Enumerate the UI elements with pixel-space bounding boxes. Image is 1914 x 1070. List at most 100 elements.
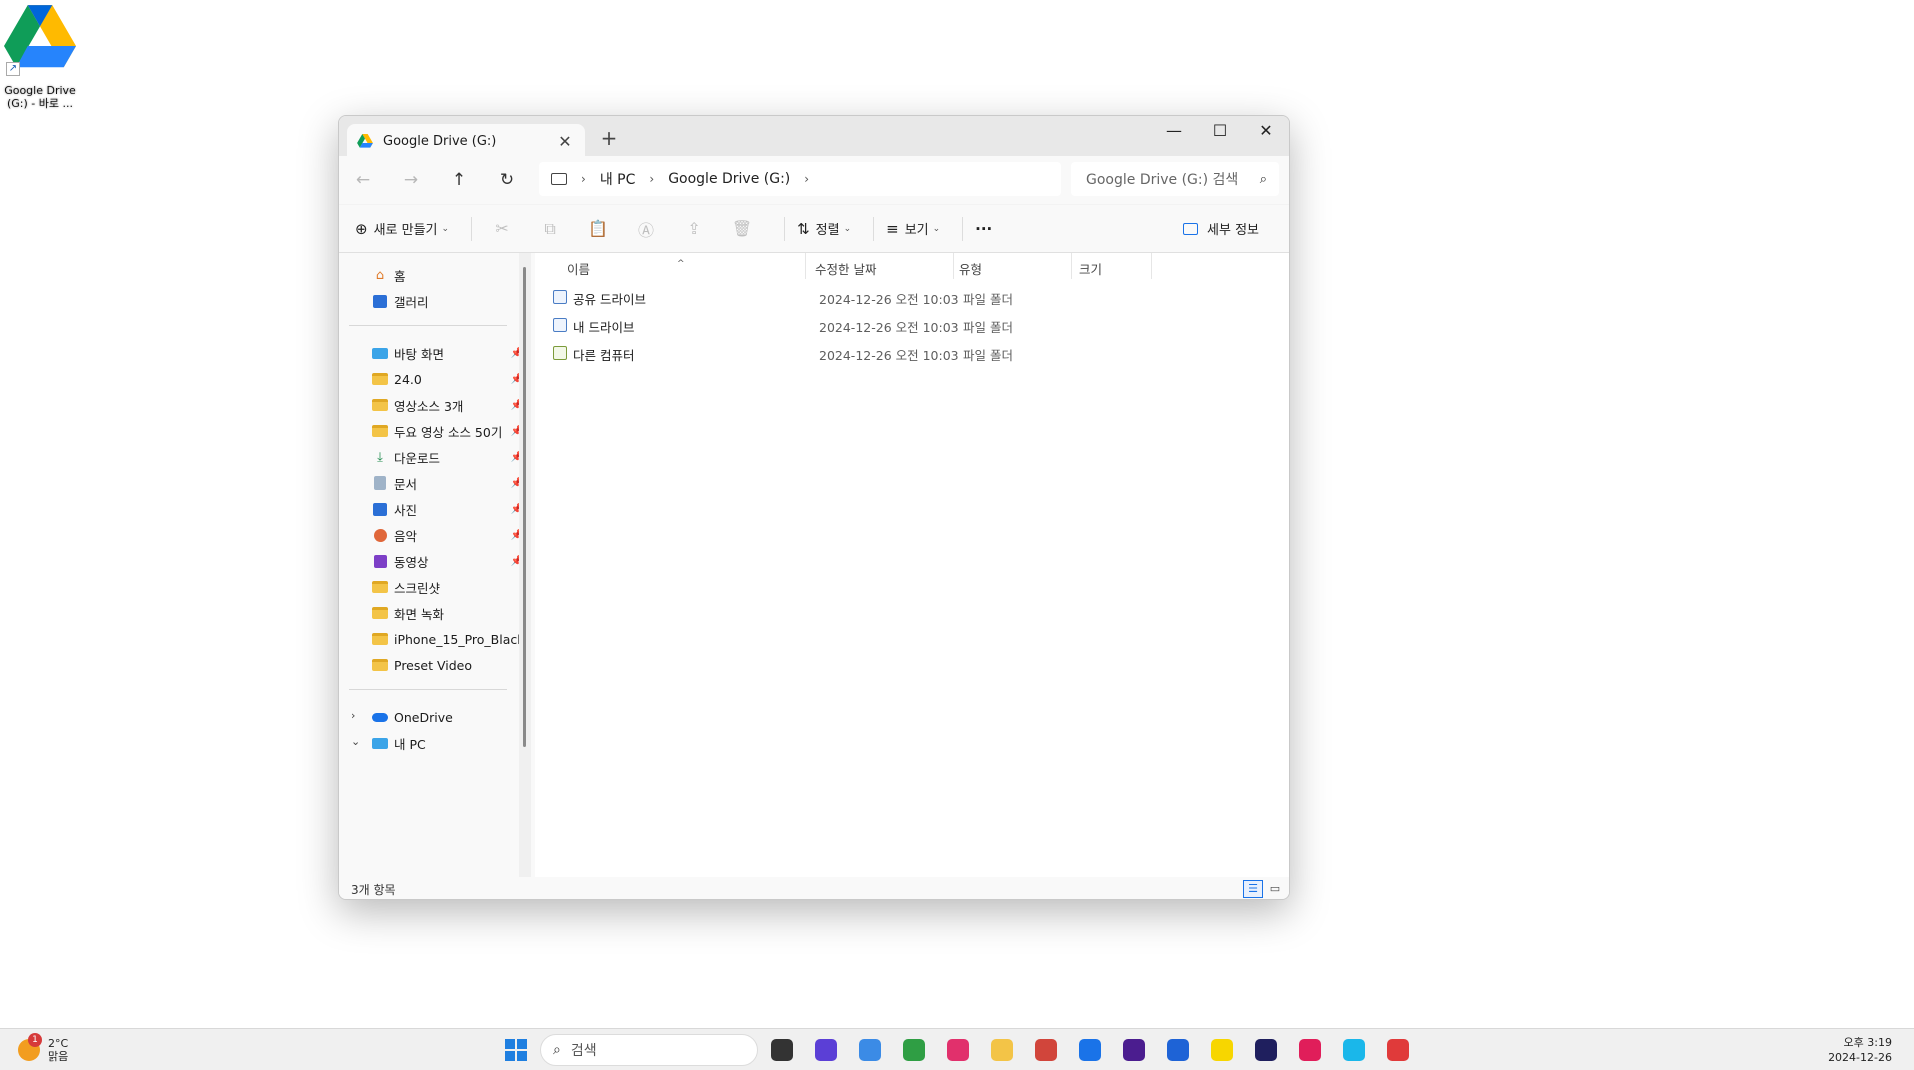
more-options-button[interactable]: ··· [975,220,992,238]
messenger-taskbar-icon[interactable] [815,1039,837,1061]
copilot-taskbar-icon[interactable] [859,1039,881,1061]
details-view-button[interactable]: ☰ [1243,880,1263,898]
minimize-button[interactable]: — [1151,116,1197,148]
search-input[interactable]: Google Drive (G:) 검색 ⌕ [1071,162,1279,196]
breadcrumb-google-drive[interactable]: Google Drive (G:) [668,171,790,187]
chrome-taskbar-icon[interactable] [903,1039,925,1061]
up-button[interactable]: ↑ [435,162,483,198]
sidebar-divider [349,689,507,690]
sidebar-item-gallery[interactable]: 갤러리 [371,287,523,315]
vimeo-taskbar-icon[interactable] [1343,1039,1365,1061]
delete-button[interactable]: 🗑 [724,219,760,238]
copy-button[interactable]: ⧉ [532,219,568,239]
sidebar-item-pictures[interactable]: 사진 📌 [371,495,523,523]
column-separator[interactable] [953,253,954,279]
chevron-down-icon: ⌄ [441,223,450,234]
file-name: 공유 드라이브 [573,292,646,307]
search-icon: ⌕ [553,1042,561,1058]
share-button[interactable]: ⇪ [676,219,712,238]
taskbar-search[interactable]: ⌕ 검색 [540,1034,758,1066]
chrome-profile-2-taskbar-icon[interactable] [1035,1039,1057,1061]
google-drive-icon [4,5,76,68]
back-button[interactable]: ← [339,162,387,198]
column-header-modified[interactable]: 수정한 날짜 [815,259,876,278]
close-window-button[interactable]: ✕ [1243,116,1289,148]
sidebar-item-iphone-15-pro-black[interactable]: iPhone_15_Pro_Black [371,625,525,653]
paste-button[interactable]: 📋 [580,219,616,238]
sidebar-item-video-source-50[interactable]: 두요 영상 소스 50기 📌 [371,417,523,445]
sidebar-item-documents[interactable]: 문서 📌 [371,469,523,497]
file-row[interactable]: 공유 드라이브 2024-12-26 오전 10:03 파일 폴더 [545,283,1285,311]
task-view-taskbar-icon[interactable] [771,1039,793,1061]
column-separator[interactable] [1071,253,1072,279]
app-red-taskbar-icon[interactable] [1387,1039,1409,1061]
sidebar-scrollbar-thumb[interactable] [523,267,526,747]
file-name: 내 드라이브 [573,320,635,335]
app-purple-taskbar-icon[interactable] [1123,1039,1145,1061]
toolbar-divider [873,216,875,241]
sidebar-item-24-0[interactable]: 24.0 📌 [371,365,523,393]
view-button[interactable]: ≡ 보기 ⌄ [886,219,940,239]
new-tab-button[interactable]: + [597,126,621,150]
sidebar-item-label: 문서 [394,476,418,492]
new-button[interactable]: ⊕ 새로 만들기 ⌄ [355,219,450,239]
column-separator[interactable] [805,253,806,279]
sidebar-item-label: 내 PC [394,736,426,752]
sidebar-item-my-pc[interactable]: 내 PC [371,729,523,757]
sidebar-item-label: 바탕 화면 [394,346,444,362]
chrome-profile-3-taskbar-icon[interactable] [1079,1039,1101,1061]
sidebar-item-desktop[interactable]: 바탕 화면 📌 [371,339,523,367]
forward-button[interactable]: → [387,162,435,198]
file-row[interactable]: 다른 컴퓨터 2024-12-26 오전 10:03 파일 폴더 [545,339,1285,367]
sort-button[interactable]: ⇅ 정렬 ⌄ [797,219,851,239]
sidebar-item-label: iPhone_15_Pro_Black [394,631,525,647]
sidebar-item-home[interactable]: ⌂ 홈 [371,261,523,289]
weather-temperature: 2°C [48,1037,69,1050]
address-bar[interactable]: › 내 PC › Google Drive (G:) › [539,162,1061,196]
instagram-taskbar-icon[interactable] [947,1039,969,1061]
cut-button[interactable]: ✂ [484,219,520,238]
file-explorer-window: Google Drive (G:) ✕ + — ☐ ✕ ← → ↑ ↻ › 내 … [338,115,1290,900]
refresh-button[interactable]: ↻ [483,162,531,198]
file-explorer-taskbar-icon[interactable] [991,1039,1013,1061]
system-clock[interactable]: 오후 3:19 2024-12-26 [1828,1035,1892,1065]
start-button[interactable] [505,1039,527,1061]
plus-circle-icon: ⊕ [355,219,368,238]
kakaotalk-taskbar-icon[interactable] [1211,1039,1233,1061]
sidebar-item-videos[interactable]: 동영상 📌 [371,547,523,575]
desktop-icon [371,345,389,361]
sidebar-item-video-source-3[interactable]: 영상소스 3개 📌 [371,391,523,419]
sidebar-item-preset-video[interactable]: Preset Video [371,651,523,679]
column-header-name[interactable]: 이름 [567,259,590,278]
column-separator[interactable] [1151,253,1152,279]
file-row[interactable]: 내 드라이브 2024-12-26 오전 10:03 파일 폴더 [545,311,1285,339]
collapse-chevron-icon[interactable]: ⌄ [351,735,360,748]
sidebar-item-label: 24.0 [394,371,422,387]
expand-chevron-icon[interactable]: › [351,709,355,722]
sidebar-item-onedrive[interactable]: OneDrive [371,703,523,731]
tab-close-button[interactable]: ✕ [555,132,575,151]
large-icons-view-button[interactable]: ▭ [1265,880,1285,898]
details-pane-button[interactable]: 세부 정보 [1183,219,1259,238]
tab-bar: Google Drive (G:) ✕ + — ☐ ✕ [339,116,1289,158]
rename-button[interactable]: Ⓐ [628,217,664,241]
weather-widget[interactable]: 1 2°C 맑음 [18,1033,69,1063]
sidebar-item-music[interactable]: 음악 📌 [371,521,523,549]
status-bar: 3개 항목 ☰ ▭ [339,877,1289,899]
column-header-size[interactable]: 크기 [1079,259,1102,278]
navigation-pane: ⌂ 홈 갤러리 바탕 화면 📌 24.0 📌 영상소스 3개 📌 두요 영상 소… [339,253,535,877]
premiere-pro-taskbar-icon[interactable] [1255,1039,1277,1061]
tab-google-drive[interactable]: Google Drive (G:) ✕ [347,124,585,158]
sidebar-item-label: Preset Video [394,657,472,673]
sidebar-item-screenshots[interactable]: 스크린샷 [371,573,523,601]
maximize-button[interactable]: ☐ [1197,116,1243,148]
app-blue-s-taskbar-icon[interactable] [1167,1039,1189,1061]
slack-taskbar-icon[interactable] [1299,1039,1321,1061]
toolbar-divider [784,216,786,241]
sidebar-item-label: 동영상 [394,554,429,570]
sidebar-item-screen-recording[interactable]: 화면 녹화 [371,599,523,627]
google-drive-desktop-shortcut[interactable]: ↗ Google Drive (G:) - 바로 ... [2,4,78,110]
column-header-type[interactable]: 유형 [959,259,982,278]
breadcrumb-my-pc[interactable]: 내 PC [600,169,636,189]
sidebar-item-downloads[interactable]: ⤓ 다운로드 📌 [371,443,523,471]
